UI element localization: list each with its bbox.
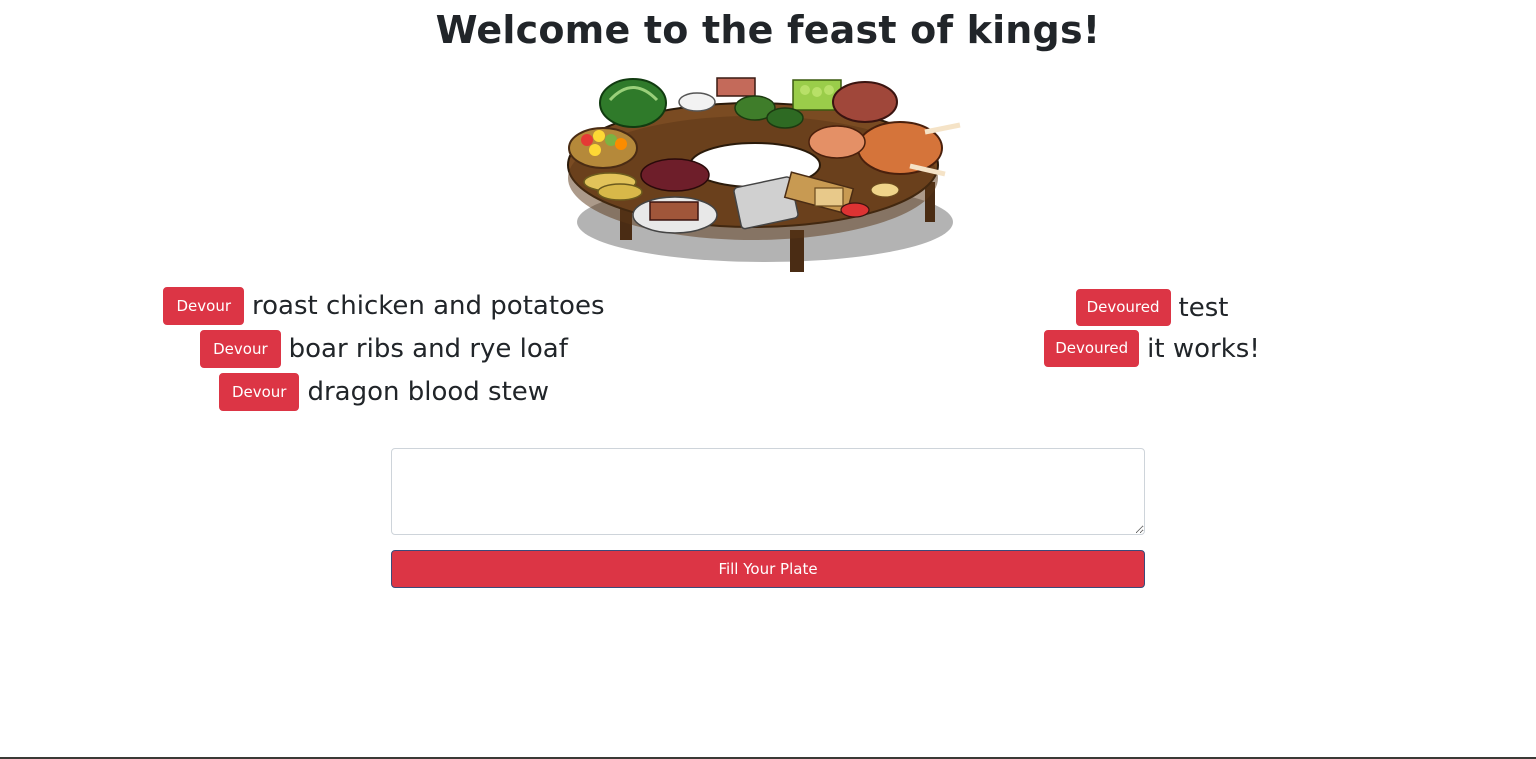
devoured-button[interactable]: Devoured [1075,289,1171,326]
food-name: test [1178,292,1229,323]
page-title: Welcome to the feast of kings! [435,8,1101,52]
food-name: dragon blood stew [307,376,550,407]
devoured-button[interactable]: Devoured [1044,330,1140,367]
page: Welcome to the feast of kings! Devour ro… [0,0,1536,759]
list-item: Devour roast chicken and potatoes [0,284,768,327]
feast-table-image [567,77,961,272]
undevoured-list: Devour roast chicken and potatoes Devour… [0,284,768,413]
food-name: it works! [1147,333,1260,364]
food-name: roast chicken and potatoes [252,290,605,321]
list-item: Devoured test [768,287,1536,328]
devour-button[interactable]: Devour [218,372,300,411]
devoured-list: Devoured test Devoured it works! [768,287,1536,369]
list-item: Devour dragon blood stew [0,370,768,413]
fill-your-plate-button[interactable]: Fill Your Plate [391,550,1145,588]
list-item: Devour boar ribs and rye loaf [0,327,768,370]
devour-button[interactable]: Devour [163,286,244,325]
food-name: boar ribs and rye loaf [288,333,568,364]
add-food-form: Fill Your Plate [391,448,1145,588]
food-textarea[interactable] [391,448,1145,535]
list-item: Devoured it works! [768,328,1536,369]
devour-button[interactable]: Devour [200,329,281,368]
